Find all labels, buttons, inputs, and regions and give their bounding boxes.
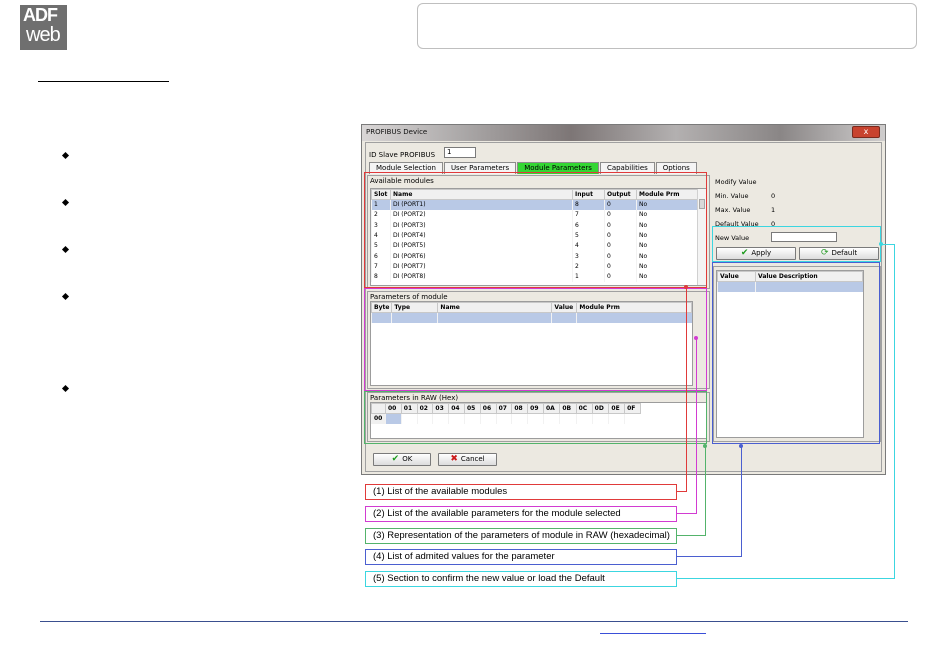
max-value: 1: [771, 206, 776, 214]
connector-line: [686, 287, 687, 492]
highlight-parameters-raw: [364, 391, 707, 444]
modify-value-title: Modify Value: [715, 178, 757, 186]
cancel-button[interactable]: ✖ Cancel: [438, 453, 497, 466]
highlight-admitted-values: [712, 262, 880, 444]
caption-parameters-raw: (3) Representation of the parameters of …: [365, 528, 677, 544]
connector-dot: [684, 285, 688, 289]
footer-rule: [40, 621, 908, 622]
max-value-label: Max. Value: [715, 206, 751, 214]
connector-line: [677, 556, 742, 557]
bullet-icon: [62, 293, 69, 300]
highlight-confirm-section: [712, 226, 881, 262]
caption-confirm-section: (5) Section to confirm the new value or …: [365, 571, 677, 587]
min-value: 0: [771, 192, 776, 200]
cancel-label: Cancel: [460, 455, 485, 463]
cancel-x-icon: ✖: [450, 454, 458, 464]
section-heading-underline: [38, 81, 169, 82]
connector-line: [881, 244, 895, 245]
bullet-icon: [62, 152, 69, 159]
connector-dot: [694, 336, 698, 340]
connector-dot: [703, 444, 707, 448]
connector-dot: [739, 444, 743, 448]
connector-line: [894, 244, 895, 579]
ok-button[interactable]: ✔ OK: [373, 453, 431, 466]
connector-line: [677, 535, 706, 536]
id-slave-label: ID Slave PROFIBUS: [369, 151, 436, 159]
adfweb-logo: ADF web: [20, 5, 67, 50]
caption-available-modules: (1) List of the available modules: [365, 484, 677, 500]
connector-line: [677, 578, 895, 579]
checkmark-icon: ✔: [391, 454, 400, 464]
connector-dot: [879, 242, 883, 246]
id-slave-input[interactable]: 1: [444, 147, 476, 158]
logo-line2: web: [26, 24, 61, 46]
ok-label: OK: [402, 455, 413, 463]
highlight-parameters-of-module: [364, 288, 707, 391]
dialog-title: PROFIBUS Device: [366, 128, 428, 136]
min-value-row: Min. Value 0: [715, 192, 775, 200]
logo-line1: ADF: [23, 5, 58, 25]
header-info-box: [417, 3, 917, 49]
highlight-available-modules: [364, 172, 707, 288]
bullet-icon: [62, 385, 69, 392]
bullet-icon: [62, 246, 69, 253]
max-value-row: Max. Value 1: [715, 206, 775, 214]
footer-link-underline[interactable]: [600, 633, 706, 634]
connector-line: [677, 491, 687, 492]
connector-line: [741, 446, 742, 557]
min-value-label: Min. Value: [715, 192, 749, 200]
caption-admitted-values: (4) List of admited values for the param…: [365, 549, 677, 565]
close-button[interactable]: x: [852, 126, 880, 138]
bullet-icon: [62, 199, 69, 206]
dialog-titlebar: PROFIBUS Device x: [362, 125, 885, 141]
caption-parameters-of-module: (2) List of the available parameters for…: [365, 506, 677, 522]
connector-line: [696, 338, 697, 514]
connector-line: [705, 446, 706, 536]
connector-line: [677, 513, 697, 514]
